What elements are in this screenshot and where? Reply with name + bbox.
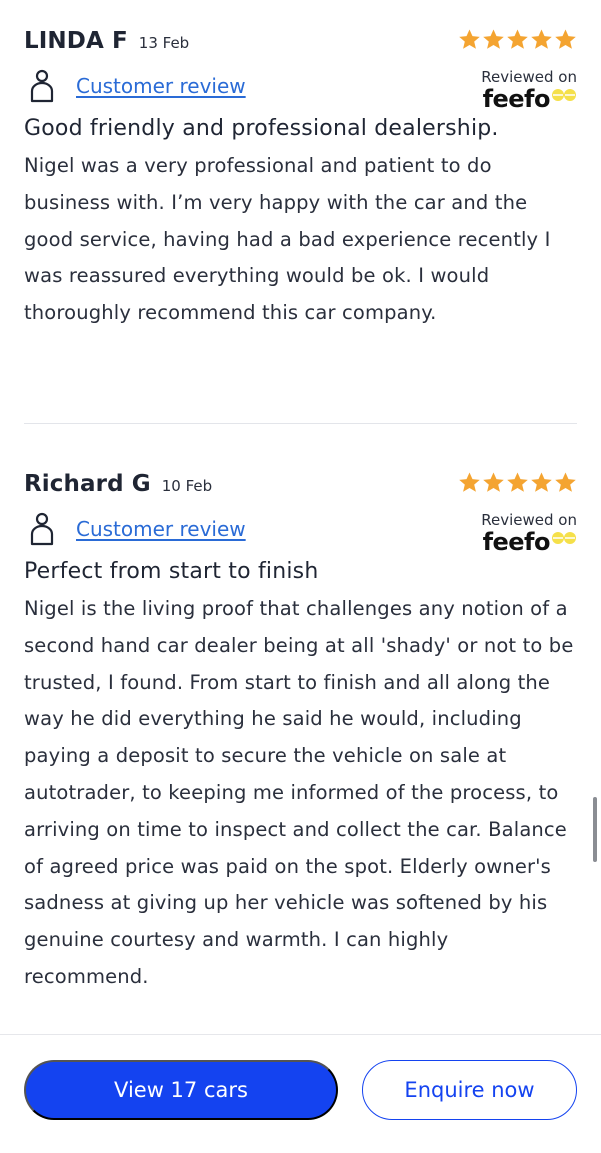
customer-review-link[interactable]: Customer review [76, 74, 246, 98]
star-icon [483, 472, 504, 492]
star-icon [459, 29, 480, 49]
review-title: Perfect from start to finish [24, 559, 319, 584]
star-icon [555, 472, 576, 492]
customer-review-link[interactable]: Customer review [76, 517, 246, 541]
star-icon [507, 472, 528, 492]
star-icon [531, 29, 552, 49]
feefo-badge[interactable]: Reviewed on feefo [457, 68, 577, 112]
star-icon [459, 472, 480, 492]
feefo-logo: feefo [483, 86, 577, 112]
star-icon [555, 29, 576, 49]
feefo-eyes-icon [552, 532, 576, 544]
feefo-wordmark: feefo [482, 528, 551, 556]
scrollbar[interactable] [593, 797, 597, 862]
review-card: Richard G 10 Feb Customer review Reviewe… [24, 471, 577, 996]
feefo-badge[interactable]: Reviewed on feefo [457, 511, 577, 555]
star-icon [531, 472, 552, 492]
review-body: Nigel is the living proof that challenge… [24, 597, 574, 988]
feefo-eyes-icon [552, 89, 576, 101]
reviewer-name: Richard G [24, 471, 151, 497]
star-rating [458, 28, 577, 51]
review-date: 13 Feb [138, 34, 190, 52]
action-bar: View 17 cars Enquire now [0, 1034, 601, 1153]
review-body: Nigel was a very professional and patien… [24, 154, 551, 325]
review-date: 10 Feb [161, 477, 213, 495]
review-divider [24, 423, 577, 424]
enquire-now-button[interactable]: Enquire now [362, 1060, 577, 1120]
review-card: LINDA F 13 Feb Customer review Reviewed … [24, 28, 577, 332]
star-icon [507, 29, 528, 49]
reviewed-on-label: Reviewed on [481, 68, 577, 86]
feefo-wordmark: feefo [482, 85, 551, 113]
view-cars-button[interactable]: View 17 cars [24, 1060, 338, 1120]
star-icon [483, 29, 504, 49]
feefo-logo: feefo [483, 529, 577, 555]
reviewed-on-label: Reviewed on [481, 511, 577, 529]
star-rating [458, 471, 577, 494]
user-icon [30, 69, 54, 103]
review-title: Good friendly and professional dealershi… [24, 116, 499, 141]
user-icon [30, 512, 54, 546]
reviewer-name: LINDA F [24, 28, 128, 54]
